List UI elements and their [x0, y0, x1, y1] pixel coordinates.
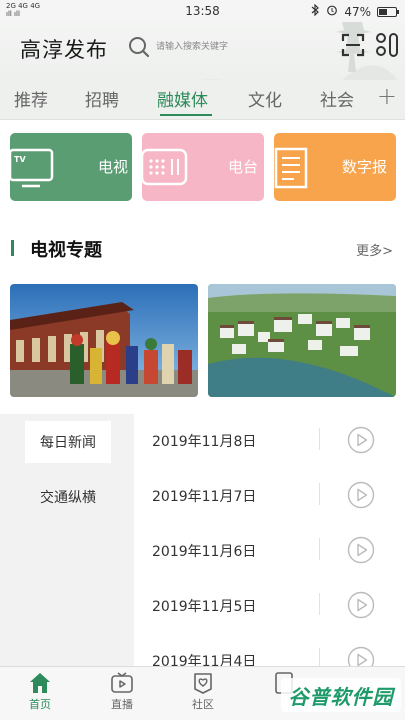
tab-culture[interactable]: 文化	[248, 86, 282, 111]
play-icon[interactable]	[347, 481, 375, 509]
tab-society[interactable]: 社会	[320, 86, 354, 111]
active-tab-indicator	[160, 114, 212, 116]
play-icon[interactable]	[347, 591, 375, 619]
nav-home-label: 首页	[29, 698, 51, 711]
section-accent-bar	[11, 240, 14, 256]
menu-icon[interactable]	[375, 32, 399, 58]
nav-live[interactable]: 直播	[92, 671, 152, 712]
search-icon[interactable]	[128, 36, 150, 58]
divider	[319, 428, 320, 450]
list-item[interactable]: 2019年11月7日	[134, 469, 405, 524]
divider	[319, 593, 320, 615]
episode-date: 2019年11月4日	[152, 654, 257, 666]
svg-text:TV: TV	[14, 155, 26, 164]
radio-icon	[142, 148, 188, 186]
list-item[interactable]: 2019年11月5日	[134, 579, 405, 634]
nav-community[interactable]: 社区	[173, 671, 233, 712]
newspaper-card[interactable]: 数字报	[274, 133, 396, 201]
section-title: 电视专题	[30, 240, 102, 261]
watermark-text: 谷普软件园	[288, 684, 394, 709]
play-icon[interactable]	[347, 426, 375, 454]
episode-date: 2019年11月7日	[152, 489, 257, 505]
divider	[0, 119, 405, 120]
episode-date: 2019年11月8日	[152, 434, 257, 450]
radio-card-label: 电台	[228, 158, 259, 176]
episode-date: 2019年11月6日	[152, 544, 257, 560]
live-tv-icon	[111, 672, 133, 693]
play-icon[interactable]	[347, 646, 375, 666]
watermark-logo: 谷普软件园	[281, 678, 401, 712]
tv-card[interactable]: TV 电视	[10, 133, 132, 201]
add-tab-button[interactable]: +	[377, 82, 397, 110]
program-category-panel: 每日新闻 交通纵横	[0, 414, 134, 666]
battery-percent: 47%	[344, 4, 371, 19]
nav-home[interactable]: 首页	[10, 671, 70, 712]
bluetooth-icon	[311, 3, 320, 19]
more-link[interactable]: 更多>	[356, 240, 393, 259]
app-header: 高淳发布 请输入搜索关键字	[0, 22, 405, 80]
tab-media[interactable]: 融媒体	[157, 86, 208, 111]
nav-live-label: 直播	[111, 698, 133, 711]
tab-recommend[interactable]: 推荐	[14, 86, 48, 111]
list-item[interactable]: 2019年11月8日	[134, 414, 405, 469]
app-title: 高淳发布	[20, 38, 108, 62]
radio-card[interactable]: 电台	[142, 133, 264, 201]
battery-icon	[377, 6, 399, 17]
tv-card-label: 电视	[98, 158, 129, 176]
topic-thumbnail-village[interactable]	[208, 284, 396, 397]
home-icon	[30, 673, 50, 693]
search-input[interactable]: 请输入搜索关键字	[156, 39, 228, 52]
newspaper-icon	[274, 147, 308, 189]
divider	[319, 538, 320, 560]
newspaper-card-label: 数字报	[342, 158, 388, 176]
scan-icon[interactable]	[341, 33, 365, 57]
category-tabs: 推荐 招聘 融媒体 文化 社会 +	[0, 80, 405, 120]
divider	[319, 483, 320, 505]
tv-icon: TV	[10, 148, 54, 188]
topic-thumbnail-festival[interactable]	[10, 284, 198, 397]
category-daily-news[interactable]: 每日新闻	[25, 421, 111, 463]
nav-community-label: 社区	[192, 698, 214, 711]
category-traffic[interactable]: 交通纵横	[25, 476, 111, 518]
tab-jobs[interactable]: 招聘	[85, 86, 119, 111]
episode-list: 2019年11月8日 2019年11月7日 2019年11月6日 2019年11…	[134, 414, 405, 666]
status-bar: 2G 4G 4G ıll ıll 13:58 47%	[0, 0, 405, 22]
episode-date: 2019年11月5日	[152, 599, 257, 615]
community-icon	[194, 673, 212, 694]
alarm-icon	[326, 4, 338, 19]
list-item[interactable]: 2019年11月4日	[134, 634, 405, 666]
list-item[interactable]: 2019年11月6日	[134, 524, 405, 579]
play-icon[interactable]	[347, 536, 375, 564]
divider	[319, 648, 320, 666]
